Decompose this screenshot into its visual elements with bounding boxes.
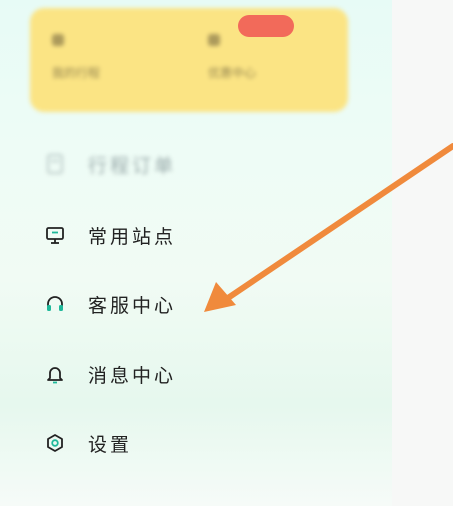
menu-item-message-center[interactable]: 消息中心 [44, 354, 304, 394]
card-right-icon [208, 34, 220, 46]
menu-item-label: 客服中心 [88, 294, 177, 317]
document-icon [44, 153, 66, 175]
card-right-section[interactable]: 优惠中心 [208, 34, 328, 81]
card-left-icon [52, 34, 64, 46]
menu-item-frequent-stations[interactable]: 常用站点 [44, 215, 304, 255]
bell-icon [44, 363, 66, 385]
menu-item-trip-orders[interactable]: 行程订单 [44, 144, 304, 184]
menu-item-label: 常用站点 [88, 225, 177, 248]
menu-item-customer-service[interactable]: 客服中心 [44, 284, 304, 324]
promo-badge [238, 15, 294, 37]
menu-item-label: 设置 [88, 433, 133, 456]
card-left-section[interactable]: 我的行程 [52, 34, 172, 81]
monitor-icon [44, 224, 66, 246]
menu-item-settings[interactable]: 设置 [44, 423, 304, 463]
summary-card: 我的行程 优惠中心 [30, 8, 348, 112]
headset-icon [44, 293, 66, 315]
card-left-label: 我的行程 [52, 66, 101, 80]
menu-item-label: 消息中心 [88, 364, 177, 387]
settings-icon [44, 432, 66, 454]
card-right-label: 优惠中心 [208, 66, 257, 80]
menu-item-label: 行程订单 [88, 154, 177, 177]
side-drawer: 我的行程 优惠中心 行程订单 常用站点 客服中心 消息中心 设置 [0, 0, 392, 506]
background-page [392, 0, 453, 506]
